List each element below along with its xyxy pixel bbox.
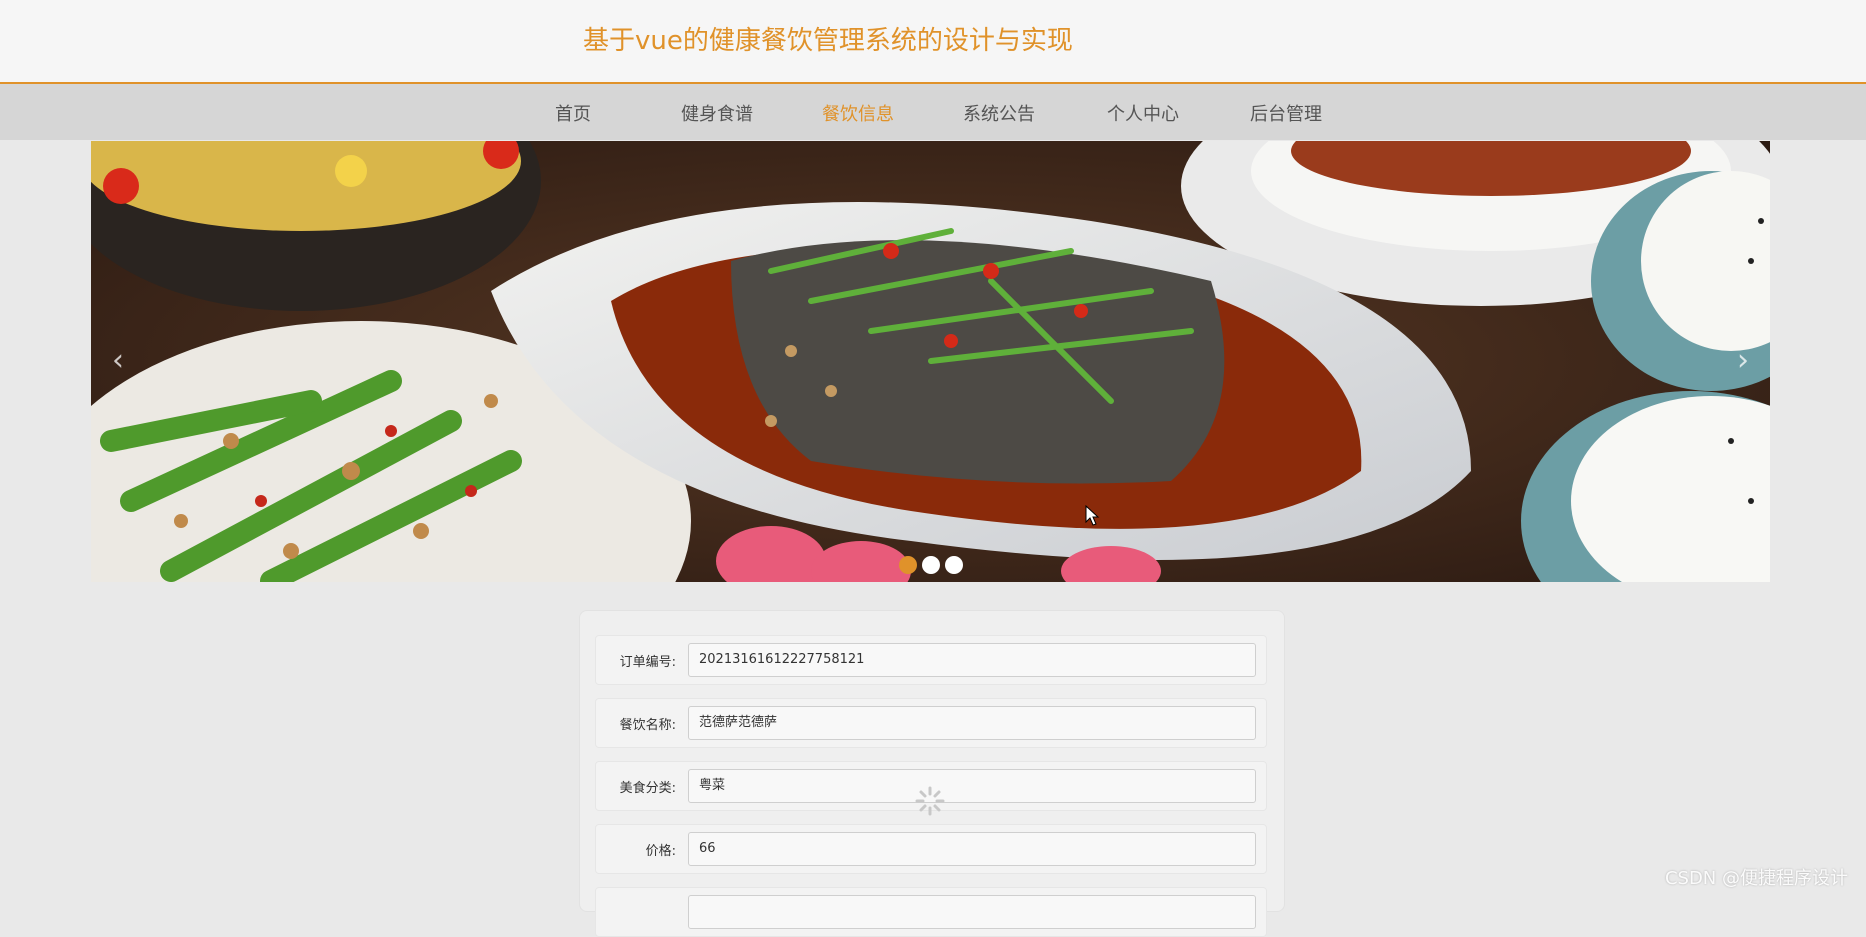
form-row-price: 价格: 66 <box>595 824 1267 874</box>
chevron-right-icon[interactable]: › <box>1728 341 1758 381</box>
nav-item-personal-center[interactable]: 个人中心 <box>1088 100 1198 126</box>
category-field[interactable]: 粤菜 <box>688 769 1256 803</box>
nav-item-announcements[interactable]: 系统公告 <box>944 100 1054 126</box>
order-no-label: 订单编号: <box>619 655 676 670</box>
nav-item-home[interactable]: 首页 <box>518 100 628 126</box>
site-title: 基于vue的健康餐饮管理系统的设计与实现 <box>583 26 1073 56</box>
category-label: 美食分类: <box>619 781 676 796</box>
chevron-left-icon[interactable]: ‹ <box>103 341 133 381</box>
form-row-order-no: 订单编号: 20213161612227758121 <box>595 635 1267 685</box>
banner-food-image <box>91 141 1770 582</box>
carousel-dot[interactable] <box>899 556 917 574</box>
carousel-dot[interactable] <box>922 556 940 574</box>
price-label: 价格: <box>645 844 676 859</box>
form-row-dish-name: 餐饮名称: 范德萨范德萨 <box>595 698 1267 748</box>
form-row-next <box>595 887 1267 937</box>
dish-name-label: 餐饮名称: <box>619 718 676 733</box>
site-header: 基于vue的健康餐饮管理系统的设计与实现 <box>0 0 1866 84</box>
dish-name-field[interactable]: 范德萨范德萨 <box>688 706 1256 740</box>
nav-item-admin[interactable]: 后台管理 <box>1231 100 1341 126</box>
nav-item-fitness-recipes[interactable]: 健身食谱 <box>662 100 772 126</box>
price-field[interactable]: 66 <box>688 832 1256 866</box>
nav-item-dining-info[interactable]: 餐饮信息 <box>803 100 913 126</box>
main-nav: 首页 健身食谱 餐饮信息 系统公告 个人中心 后台管理 <box>0 84 1866 140</box>
mouse-cursor-icon <box>1085 505 1100 526</box>
carousel-dot[interactable] <box>945 556 963 574</box>
watermark: CSDN @便捷程序设计 <box>1664 868 1848 889</box>
next-field[interactable] <box>688 895 1256 929</box>
order-no-field[interactable]: 20213161612227758121 <box>688 643 1256 677</box>
order-detail-form: 订单编号: 20213161612227758121 餐饮名称: 范德萨范德萨 … <box>579 610 1285 937</box>
loading-spinner-icon <box>915 786 945 816</box>
banner-carousel[interactable]: ‹ › <box>91 141 1770 582</box>
